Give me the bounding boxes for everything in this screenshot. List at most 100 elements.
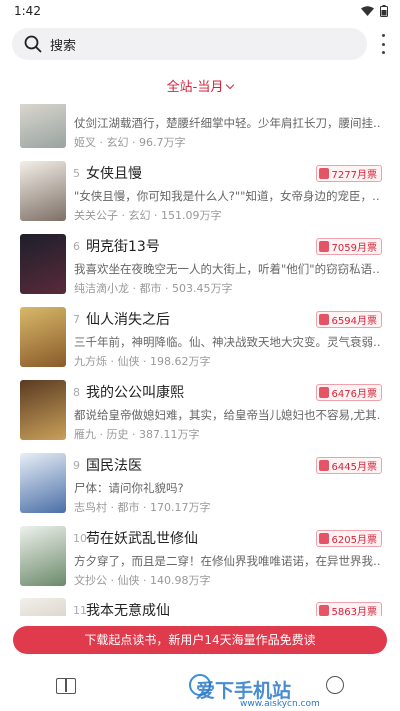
monthly-ticket-badge: 6445月票 xyxy=(315,457,382,474)
book-author: 关关公子 xyxy=(74,209,118,222)
monthly-ticket-badge: 6476月票 xyxy=(315,384,382,401)
more-options-icon[interactable] xyxy=(380,34,386,54)
chevron-down-icon xyxy=(226,80,235,90)
book-genre: 玄幻 xyxy=(118,209,151,222)
battery-icon xyxy=(380,5,388,17)
message-icon[interactable] xyxy=(326,676,344,694)
ticket-count: 7059月票 xyxy=(331,243,377,254)
book-cover[interactable] xyxy=(20,104,66,148)
book-word-count: 170.17万字 xyxy=(140,501,211,514)
book-meta: 姬叉玄幻96.7万字 xyxy=(74,134,186,150)
book-rank: 10 xyxy=(73,532,87,545)
book-meta: 关关公子玄幻151.09万字 xyxy=(74,207,222,223)
book-cover[interactable] xyxy=(20,526,66,586)
book-rank: 11 xyxy=(73,604,87,616)
ticket-count: 6594月票 xyxy=(331,316,377,327)
book-row[interactable]: 10 苟在妖武乱世修仙 6205月票方夕穿了，而且是二穿！在修仙界我唯唯诺诺，在异世… xyxy=(12,526,388,599)
book-author: 雁九 xyxy=(74,428,96,441)
book-author: 文抄公 xyxy=(74,574,107,587)
monthly-ticket-badge: 7277月票 xyxy=(315,165,382,182)
book-genre: 都市 xyxy=(107,501,140,514)
book-word-count: 387.11万字 xyxy=(129,428,200,441)
book-rank: 8 xyxy=(73,386,80,399)
book-author: 九方烁 xyxy=(74,355,107,368)
search-row: 搜索 xyxy=(0,28,400,62)
book-meta: 文抄公仙侠140.98万字 xyxy=(74,572,211,588)
monthly-ticket-badge: 6205月票 xyxy=(315,530,382,547)
book-description: 尸体：请问你礼貌吗? xyxy=(74,481,184,495)
book-genre: 历史 xyxy=(96,428,129,441)
watermark-url: www.aiskycn.com xyxy=(240,699,320,709)
ticket-count: 5863月票 xyxy=(331,607,377,616)
book-row[interactable]: 11 我本无意成仙 5863月票 xyxy=(12,598,388,616)
book-title[interactable]: 明克街13号 xyxy=(86,236,160,256)
monthly-ticket-badge: 6594月票 xyxy=(315,311,382,328)
book-list: 仗剑江湖载酒行，楚腰纤细掌中轻。少年肩扛长刀，腰间挂…姬叉玄幻96.7万字5女侠… xyxy=(12,104,388,616)
ticket-count: 6205月票 xyxy=(331,535,377,546)
ticket-icon xyxy=(318,241,329,252)
bookshelf-icon[interactable] xyxy=(56,678,76,694)
search-icon xyxy=(24,35,42,53)
book-title[interactable]: 我的公公叫康熙 xyxy=(86,382,184,402)
book-title[interactable]: 我本无意成仙 xyxy=(86,600,170,616)
book-meta: 志鸟村都市170.17万字 xyxy=(74,499,211,515)
book-row[interactable]: 8 我的公公叫康熙 6476月票都说给皇帝做媳妇难，其实，给皇帝当儿媳妇也不容易,尤… xyxy=(12,380,388,453)
ticket-count: 6445月票 xyxy=(331,462,377,473)
book-cover[interactable] xyxy=(20,161,66,221)
book-genre: 仙侠 xyxy=(107,355,140,368)
book-cover[interactable] xyxy=(20,307,66,367)
book-title[interactable]: 苟在妖武乱世修仙 xyxy=(86,528,198,548)
book-title[interactable]: 国民法医 xyxy=(86,455,142,475)
book-genre: 玄幻 xyxy=(96,136,129,149)
book-author: 志鸟村 xyxy=(74,501,107,514)
book-description: "女侠且慢，你可知我是什么人?""知道，女帝身边的宠臣，… xyxy=(74,189,380,203)
book-row[interactable]: 6 明克街13号 7059月票我喜欢坐在夜晚空无一人的大街上，听着"他们"的窃窃私语… xyxy=(12,234,388,307)
book-rank: 7 xyxy=(73,313,80,326)
ticket-icon xyxy=(318,387,329,398)
book-description: 方夕穿了，而且是二穿！在修仙界我唯唯诺诺，在异世界我… xyxy=(74,554,380,568)
period-filter[interactable]: 全站-当月 xyxy=(0,76,400,95)
ticket-count: 6476月票 xyxy=(331,389,377,400)
download-app-banner[interactable]: 下载起点读书，新用户14天海量作品免费读 xyxy=(13,626,387,654)
book-genre: 都市 xyxy=(129,282,162,295)
search-placeholder: 搜索 xyxy=(50,38,77,54)
book-cover[interactable] xyxy=(20,598,66,616)
ticket-icon xyxy=(318,460,329,471)
book-word-count: 140.98万字 xyxy=(140,574,211,587)
book-description: 仗剑江湖载酒行，楚腰纤细掌中轻。少年肩扛长刀，腰间挂… xyxy=(74,116,380,130)
book-author: 纯洁滴小龙 xyxy=(74,282,129,295)
book-description: 三千年前，神明降临。仙、神决战致天地大灾变。灵气衰弱… xyxy=(74,335,380,349)
book-rank: 6 xyxy=(73,240,80,253)
book-word-count: 198.62万字 xyxy=(140,355,211,368)
book-cover[interactable] xyxy=(20,453,66,513)
book-description: 我喜欢坐在夜晚空无一人的大街上，听着"他们"的窃窃私语… xyxy=(74,262,380,276)
book-row[interactable]: 7 仙人消失之后 6594月票三千年前，神明降临。仙、神决战致天地大灾变。灵气衰弱…… xyxy=(12,307,388,380)
period-filter-label: 全站-当月 xyxy=(166,80,224,95)
ticket-icon xyxy=(318,314,329,325)
ticket-count: 7277月票 xyxy=(331,170,377,181)
status-icons xyxy=(361,5,388,17)
book-row[interactable]: 9 国民法医 6445月票尸体：请问你礼貌吗? 志鸟村都市170.17万字 xyxy=(12,453,388,526)
book-meta: 纯洁滴小龙都市503.45万字 xyxy=(74,280,233,296)
monthly-ticket-badge: 7059月票 xyxy=(315,238,382,255)
book-row[interactable]: 仗剑江湖载酒行，楚腰纤细掌中轻。少年肩扛长刀，腰间挂… 姬叉玄幻96.7万字 xyxy=(12,104,388,161)
book-rank: 9 xyxy=(73,459,80,472)
book-meta: 雁九历史387.11万字 xyxy=(74,426,200,442)
ticket-icon xyxy=(318,168,329,179)
book-word-count: 503.45万字 xyxy=(162,282,233,295)
wifi-icon xyxy=(361,6,374,16)
book-cover[interactable] xyxy=(20,380,66,440)
book-cover[interactable] xyxy=(20,234,66,294)
status-time: 1:42 xyxy=(14,4,41,18)
book-description: 都说给皇帝做媳妇难，其实，给皇帝当儿媳妇也不容易,尤其… xyxy=(74,408,380,422)
status-bar: 1:42 xyxy=(0,0,400,22)
monthly-ticket-badge: 5863月票 xyxy=(315,602,382,616)
search-input[interactable]: 搜索 xyxy=(12,28,367,60)
book-word-count: 151.09万字 xyxy=(151,209,222,222)
book-word-count: 96.7万字 xyxy=(129,136,186,149)
book-row[interactable]: 5 女侠且慢 7277月票 "女侠且慢，你可知我是什么人?""知道，女帝身边的宠臣，…… xyxy=(12,161,388,234)
book-title[interactable]: 女侠且慢 xyxy=(86,163,142,183)
ticket-icon xyxy=(318,533,329,544)
book-title[interactable]: 仙人消失之后 xyxy=(86,309,170,329)
ticket-icon xyxy=(318,605,329,616)
